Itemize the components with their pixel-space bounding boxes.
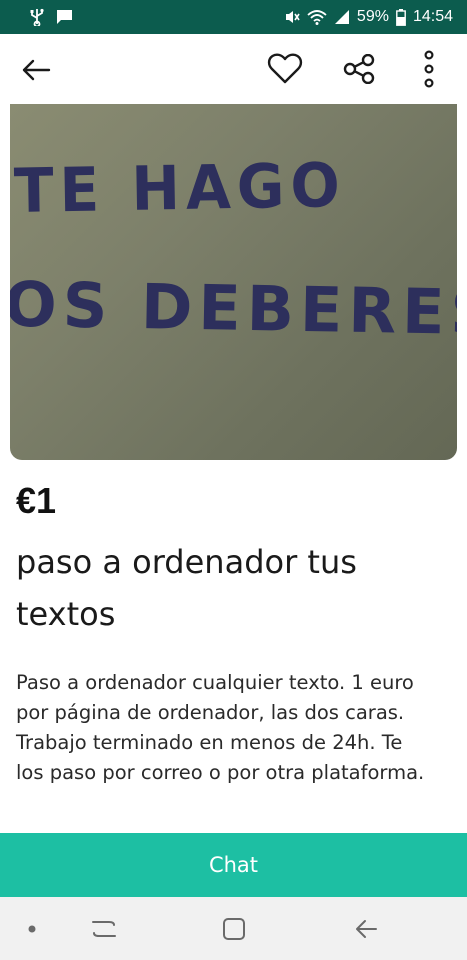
- heart-icon: [267, 53, 303, 85]
- listing-description: Paso a ordenador cualquier texto. 1 euro…: [16, 671, 425, 784]
- status-left: [30, 8, 73, 26]
- share-button[interactable]: [336, 46, 382, 92]
- back-button[interactable]: [14, 48, 58, 92]
- home-icon: [222, 917, 246, 941]
- back-arrow-icon: [21, 59, 51, 81]
- message-icon: [56, 9, 73, 25]
- battery-percent: 59%: [356, 8, 389, 25]
- usb-icon: [30, 8, 44, 26]
- system-nav-bar: [0, 897, 467, 960]
- photo-handwriting-line-1: TE HAGO: [13, 149, 347, 227]
- share-icon: [343, 54, 375, 84]
- mute-icon: [284, 9, 300, 25]
- back-icon: [354, 919, 378, 939]
- battery-icon: [396, 8, 406, 26]
- recent-apps-icon: [91, 918, 117, 940]
- nav-dot-button[interactable]: [14, 911, 50, 947]
- photo-handwriting-line-2: OS DEBERES: [10, 267, 457, 350]
- recent-apps-button[interactable]: [86, 911, 122, 947]
- listing-price: €1: [16, 480, 57, 521]
- status-right: 59% 14:54: [284, 8, 453, 26]
- more-vertical-icon: [424, 50, 434, 88]
- home-button[interactable]: [216, 911, 252, 947]
- listing-photo[interactable]: TE HAGO OS DEBERES: [10, 104, 457, 460]
- chat-button[interactable]: Chat: [0, 833, 467, 897]
- app-bar: [0, 34, 467, 104]
- dot-icon: [27, 924, 37, 934]
- system-back-button[interactable]: [348, 911, 384, 947]
- more-options-button[interactable]: [406, 46, 452, 92]
- favorite-button[interactable]: [262, 46, 308, 92]
- status-bar: 59% 14:54: [0, 0, 467, 34]
- signal-icon: [334, 9, 350, 25]
- wifi-icon: [307, 9, 327, 25]
- clock: 14:54: [412, 8, 453, 25]
- chat-button-label: Chat: [208, 853, 259, 877]
- listing-title: paso a ordenador tus textos: [16, 543, 357, 633]
